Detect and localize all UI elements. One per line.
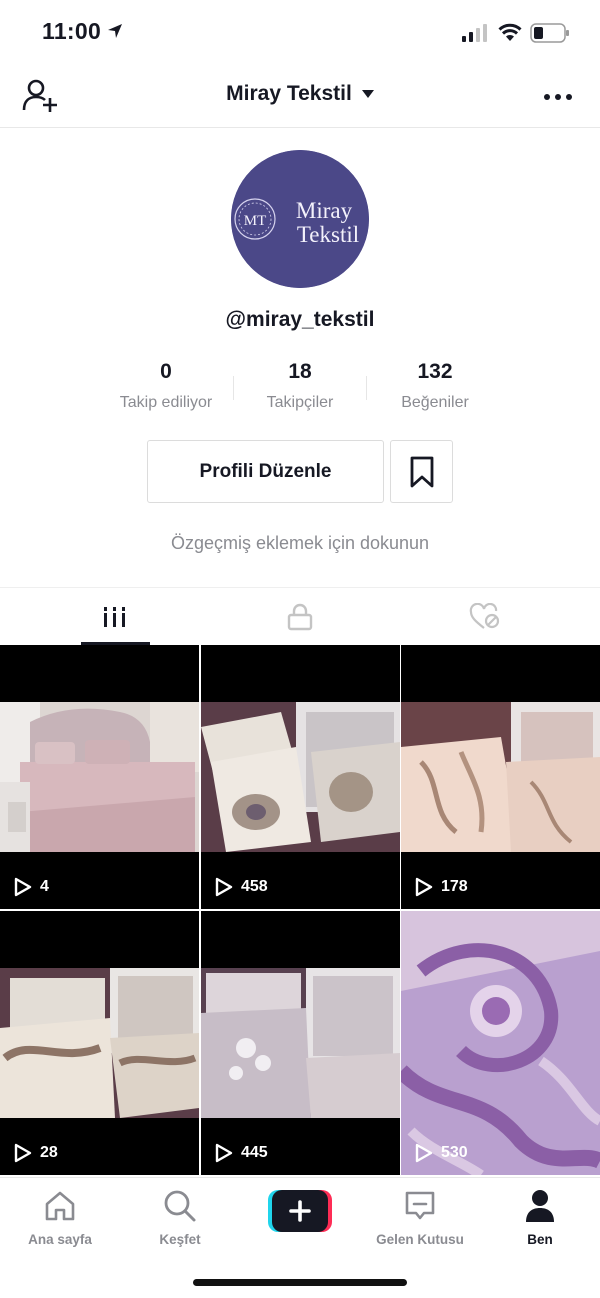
profile-handle: @miray_tekstil xyxy=(225,308,375,331)
video-thumbnail[interactable]: 458 xyxy=(201,645,400,909)
view-count: 178 xyxy=(415,877,468,897)
stat-following-value: 0 xyxy=(160,360,172,383)
stat-following-label: Takip ediliyor xyxy=(119,394,213,411)
home-icon xyxy=(45,1191,75,1221)
view-count-value: 530 xyxy=(441,1144,468,1161)
battery-icon xyxy=(530,22,570,49)
videos-grid-icon xyxy=(102,607,128,627)
play-icon xyxy=(215,877,233,897)
nav-inbox-label: Gelen Kutusu xyxy=(376,1232,464,1247)
stat-likes-value: 132 xyxy=(417,360,453,383)
nav-inbox[interactable]: Gelen Kutusu xyxy=(360,1188,480,1247)
caret-down-icon xyxy=(361,90,374,98)
nav-home[interactable]: Ana sayfa xyxy=(0,1188,120,1247)
profile-icon xyxy=(526,1190,554,1222)
stat-likes-label: Beğeniler xyxy=(401,394,469,411)
video-thumbnail[interactable]: 28 xyxy=(0,911,199,1175)
inbox-icon xyxy=(405,1191,435,1220)
account-switcher[interactable]: Miray Tekstil xyxy=(0,82,600,106)
tab-videos[interactable] xyxy=(15,588,215,646)
stat-followers-label: Takipçiler xyxy=(266,394,334,411)
account-name: Miray Tekstil xyxy=(226,82,352,105)
lock-icon xyxy=(287,603,313,631)
play-icon xyxy=(215,1143,233,1163)
video-thumbnail[interactable]: 445 xyxy=(201,911,400,1175)
video-thumbnail[interactable]: 178 xyxy=(401,645,600,909)
play-icon xyxy=(14,877,32,897)
nav-discover[interactable]: Keşfet xyxy=(120,1188,240,1247)
home-indicator xyxy=(193,1279,407,1286)
edit-profile-button[interactable]: Profili Düzenle xyxy=(147,440,384,503)
video-thumbnail[interactable]: 4 xyxy=(0,645,199,909)
stat-likes[interactable]: 132 Beğeniler xyxy=(365,358,505,412)
view-count-value: 28 xyxy=(40,1144,58,1161)
video-grid: 4 458 178 28 445 530 xyxy=(0,645,600,1177)
bio-prompt[interactable]: Özgeçmiş eklemek için dokunun xyxy=(0,533,600,554)
create-video-button[interactable] xyxy=(268,1190,332,1232)
location-arrow-icon xyxy=(106,22,124,45)
avatar-text-line1: Miray xyxy=(296,198,353,223)
stat-followers[interactable]: 18 Takipçiler xyxy=(230,358,370,412)
stat-following[interactable]: 0 Takip ediliyor xyxy=(96,358,236,412)
view-count: 4 xyxy=(14,877,49,897)
favorites-button[interactable] xyxy=(390,440,453,503)
tab-liked[interactable] xyxy=(385,588,585,646)
profile-tabs xyxy=(0,587,600,645)
bookmark-icon xyxy=(410,456,433,487)
tab-private[interactable] xyxy=(200,588,400,646)
nav-profile-label: Ben xyxy=(527,1232,553,1247)
view-count-value: 458 xyxy=(241,878,268,895)
avatar[interactable]: MT Miray Tekstil xyxy=(231,150,369,288)
avatar-monogram: MT xyxy=(244,213,267,229)
create-plus-icon xyxy=(268,1190,332,1232)
view-count-value: 4 xyxy=(40,878,49,895)
profile-header: Miray Tekstil xyxy=(0,66,600,128)
search-icon xyxy=(164,1190,196,1222)
play-icon xyxy=(415,1143,433,1163)
video-thumbnail[interactable]: 530 xyxy=(401,911,600,1175)
nav-profile[interactable]: Ben xyxy=(480,1188,600,1247)
nav-discover-label: Keşfet xyxy=(159,1232,201,1247)
liked-heart-icon xyxy=(469,603,500,629)
cellular-signal-icon xyxy=(462,24,490,47)
view-count-value: 178 xyxy=(441,878,468,895)
view-count: 445 xyxy=(215,1143,268,1163)
view-count: 530 xyxy=(415,1143,468,1163)
more-options-icon[interactable] xyxy=(544,94,572,100)
play-icon xyxy=(415,877,433,897)
status-time: 11:00 xyxy=(42,18,102,44)
nav-home-label: Ana sayfa xyxy=(28,1232,92,1247)
status-bar: 11:00 xyxy=(0,0,600,66)
profile-stats: 0 Takip ediliyor 18 Takipçiler 132 Beğen… xyxy=(0,358,600,418)
avatar-text-line2: Tekstil xyxy=(297,222,359,247)
view-count-value: 445 xyxy=(241,1144,268,1161)
play-icon xyxy=(14,1143,32,1163)
view-count: 28 xyxy=(14,1143,58,1163)
view-count: 458 xyxy=(215,877,268,897)
bottom-nav: Ana sayfa Keşfet Gelen Kutusu Ben xyxy=(0,1177,600,1298)
stat-followers-value: 18 xyxy=(288,360,312,383)
wifi-icon xyxy=(498,22,522,47)
